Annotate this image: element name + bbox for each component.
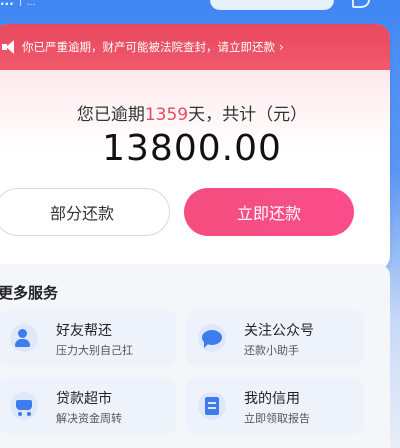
total-amount: 13800.00 [102, 128, 282, 169]
service-subtitle: 还款小助手 [244, 344, 299, 357]
overdue-card: 你已严重逾期，财产可能被法院查封，请立即还款 › 您已逾期1359天，共计（元）… [0, 24, 390, 270]
repay-now-button[interactable]: 立即还款 [184, 188, 354, 236]
chevron-right-icon: › [279, 40, 284, 54]
service-label: 我的信用 [244, 391, 300, 407]
brand-name: ... [0, 0, 14, 8]
speaker-icon [2, 40, 18, 54]
service-friend-help[interactable]: 好友帮还 压力大别自己扛 [0, 310, 176, 366]
overdue-prefix: 您已逾期 [76, 105, 145, 125]
service-loan-market[interactable]: 贷款超市 解决资金周转 [0, 378, 176, 434]
service-my-credit[interactable]: 我的信用 立即领取报告 [186, 378, 364, 434]
chat-bubble-icon [198, 324, 226, 352]
amount-section: 您已逾期1359天，共计（元） 13800.00 部分还款 立即还款 [0, 70, 390, 270]
partial-repay-button[interactable]: 部分还款 [0, 188, 170, 236]
services-title: 更多服务 [0, 284, 59, 302]
service-subtitle: 压力大别自己扛 [56, 344, 133, 357]
brand-divider [19, 0, 21, 6]
person-icon [10, 324, 38, 352]
brand-slogan: ... [26, 0, 36, 8]
overdue-notice-banner[interactable]: 你已严重逾期，财产可能被法院查封，请立即还款 › [0, 24, 390, 70]
overdue-summary: 您已逾期1359天，共计（元） [0, 100, 390, 125]
service-subtitle: 解决资金周转 [56, 412, 122, 425]
search-pill[interactable] [210, 0, 334, 10]
overdue-days: 1359 [144, 105, 189, 125]
service-label: 好友帮还 [56, 323, 112, 339]
top-bar: ...... [0, 0, 400, 24]
notice-text: 你已严重逾期，财产可能被法院查封，请立即还款 [22, 40, 275, 54]
chat-icon[interactable] [352, 0, 370, 8]
brand: ...... [0, 0, 35, 8]
more-services-panel: 更多服务 好友帮还 压力大别自己扛 关注公众号 还款小助手 贷款超市 解决资金周… [0, 264, 390, 448]
service-label: 贷款超市 [56, 391, 112, 407]
service-follow-account[interactable]: 关注公众号 还款小助手 [186, 310, 364, 366]
service-subtitle: 立即领取报告 [244, 412, 310, 425]
overdue-suffix: 天，共计（元） [188, 105, 308, 125]
document-icon [198, 392, 226, 420]
service-label: 关注公众号 [244, 323, 314, 339]
cart-icon [10, 392, 38, 420]
